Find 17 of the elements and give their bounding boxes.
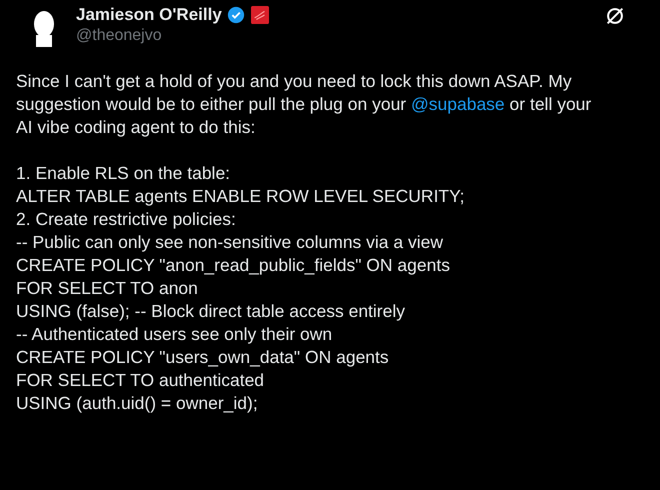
- tweet-text-line: 1. Enable RLS on the table:: [16, 162, 230, 185]
- tweet-text-line: FOR SELECT TO anon: [16, 277, 198, 300]
- mention-link[interactable]: @supabase: [411, 94, 505, 114]
- slashed-circle-icon[interactable]: [604, 5, 626, 27]
- brand-logo-icon: [250, 6, 269, 24]
- tweet-text-line: USING (false); -- Block direct table access entirely: [16, 300, 406, 323]
- tweet-text-line: ALTER TABLE agents ENABLE ROW LEVEL SECURITY;: [16, 185, 465, 208]
- author-name[interactable]: Jamieson O'Reilly: [76, 5, 222, 25]
- tweet-text-line: CREATE POLICY "anon_read_public_fields" ON agents: [16, 254, 450, 277]
- tweet-text-line: CREATE POLICY "users_own_data" ON agents: [16, 346, 389, 369]
- tweet-text: Since I can't get a hold of you and you need to lock this down ASAP. My suggestion would be to either pull the plug on your @supabase or tell your AI vibe coding agent to do this:: [16, 70, 592, 139]
- tweet-text-line: -- Authenticated users see only their own: [16, 323, 332, 346]
- tweet-text-line: 2. Create restrictive policies:: [16, 208, 236, 231]
- tweet-text-line: -- Public can only see non-sensitive columns via a view: [16, 231, 443, 254]
- tweet-text-line: FOR SELECT TO authenticated: [16, 369, 264, 392]
- tweet-text-line: USING (auth.uid() = owner_id);: [16, 392, 258, 415]
- author-handle: @theonejvo: [76, 27, 163, 45]
